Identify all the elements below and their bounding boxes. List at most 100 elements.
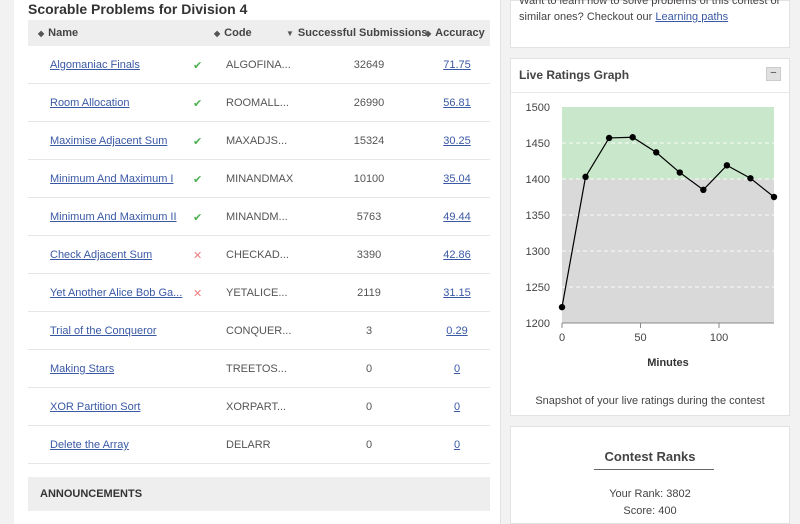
check-icon: ✔ (193, 98, 203, 110)
problem-name-link[interactable]: Minimum And Maximum I (50, 173, 173, 185)
problem-code: MAXADJS... (226, 135, 288, 147)
x-tick-label: 100 (710, 332, 728, 344)
rating-point (605, 134, 613, 142)
successful-submissions: 0 (365, 363, 373, 375)
contest-ranks-card: Contest Ranks Your Rank: 3802 Score: 400 (510, 426, 790, 524)
problem-name-link[interactable]: Room Allocation (50, 97, 130, 109)
problem-code: ROOMALL... (226, 97, 289, 109)
ranks-title: Contest Ranks (604, 449, 696, 464)
sort-icon: ◆ (214, 29, 221, 38)
problem-code: XORPART... (226, 401, 287, 413)
check-icon: ✔ (193, 174, 203, 186)
sort-desc-icon: ▼ (286, 29, 294, 38)
accuracy-link[interactable]: 71.75 (438, 59, 476, 71)
rating-point (723, 162, 731, 169)
sort-icon: ◆ (38, 29, 45, 38)
col-name-header[interactable]: ◆ Name (38, 27, 78, 39)
accuracy-link[interactable]: 42.86 (438, 249, 476, 261)
problem-name-link[interactable]: Yet Another Alice Bob Ga... (50, 287, 182, 299)
accuracy-link[interactable]: 0 (438, 439, 476, 451)
ranks-divider (594, 469, 714, 470)
problem-name-link[interactable]: Check Adjacent Sum (50, 249, 152, 261)
successful-submissions: 3 (365, 325, 373, 337)
successful-submissions: 32649 (353, 59, 385, 71)
y-tick-label: 1350 (526, 210, 550, 222)
rating-point (558, 303, 566, 311)
problem-row: Delete the Array DELARR 0 0 (28, 426, 490, 464)
problem-row: Minimum And Maximum II ✔ MINANDM... 5763 49.… (28, 198, 490, 236)
rating-point (676, 169, 683, 176)
problem-name-link[interactable]: Delete the Array (50, 439, 129, 451)
rating-point (747, 175, 754, 182)
graph-title: Live Ratings Graph (519, 68, 630, 82)
problem-row: Trial of the Conqueror CONQUER... 3 0.29 (28, 312, 490, 350)
y-tick-label: 1400 (526, 174, 550, 186)
learn-card: Want to learn how to solve problems of t… (510, 0, 790, 48)
rating-point (582, 173, 589, 181)
rating-point (653, 149, 660, 156)
snapshot-caption: Snapshot of your live ratings during the… (535, 395, 765, 407)
learning-paths-link[interactable]: Learning paths (655, 11, 728, 23)
problem-row: Making Stars TREETOS... 0 0 (28, 350, 490, 388)
problem-row: Minimum And Maximum I ✔ MINANDMAX 10100 35.0… (28, 160, 490, 198)
problem-code: TREETOS... (226, 363, 287, 375)
announcements-header[interactable]: ANNOUNCEMENTS (28, 477, 490, 511)
problem-name-link[interactable]: Trial of the Conqueror (50, 325, 157, 337)
accuracy-link[interactable]: 0 (438, 401, 476, 413)
accuracy-link[interactable]: 0.29 (438, 325, 476, 337)
cross-icon: ✕ (193, 250, 203, 262)
problem-name-link[interactable]: Minimum And Maximum II (50, 211, 177, 223)
y-tick-label: 1200 (526, 318, 550, 330)
your-score: Score: 400 (623, 505, 677, 517)
divider (511, 92, 789, 93)
y-tick-label: 1500 (526, 102, 550, 114)
col-acc-header[interactable]: ◆ Accuracy (425, 27, 485, 39)
ratings-chart: 1200 1250 1300 1350 1400 1450 1500 0 50 100 Minute… (526, 102, 778, 369)
x-tick-label: 50 (634, 332, 646, 344)
problem-name-link[interactable]: XOR Partition Sort (50, 401, 140, 413)
y-tick-label: 1450 (526, 138, 550, 150)
rating-point (700, 186, 707, 193)
col-code-header[interactable]: ◆ Code (214, 27, 252, 39)
check-icon: ✔ (193, 60, 203, 72)
problem-name-link[interactable]: Maximise Adjacent Sum (50, 135, 167, 147)
sort-icon: ◆ (425, 29, 432, 38)
problem-row: XOR Partition Sort XORPART... 0 0 (28, 388, 490, 426)
problems-panel: Scorable Problems for Division 4 ◆ Name ◆… (14, 0, 501, 524)
problem-code: YETALICE... (226, 287, 288, 299)
successful-submissions: 0 (365, 439, 373, 451)
accuracy-link[interactable]: 0 (438, 363, 476, 375)
rating-point (629, 134, 636, 141)
successful-submissions: 5763 (356, 211, 382, 223)
accuracy-link[interactable]: 49.44 (438, 211, 476, 223)
check-icon: ✔ (193, 212, 203, 224)
accuracy-link[interactable]: 56.81 (438, 97, 476, 109)
y-tick-label: 1250 (526, 282, 550, 294)
accuracy-link[interactable]: 35.04 (438, 173, 476, 185)
problem-code: DELARR (226, 439, 271, 451)
problem-name-link[interactable]: Making Stars (50, 363, 114, 375)
cross-icon: ✕ (193, 288, 203, 300)
live-ratings-card: Live Ratings Graph − 1200 1250 1300 1350 140… (510, 58, 790, 416)
your-rank: Your Rank: 3802 (609, 488, 691, 500)
successful-submissions: 26990 (353, 97, 385, 109)
rating-point (770, 193, 778, 201)
successful-submissions: 10100 (353, 173, 385, 185)
problem-code: CONQUER... (226, 325, 292, 337)
accuracy-link[interactable]: 31.15 (438, 287, 476, 299)
x-axis-label: Minutes (647, 357, 689, 369)
successful-submissions: 15324 (353, 135, 385, 147)
successful-submissions: 3390 (356, 249, 382, 261)
learn-text-2: similar ones? Checkout our Learning path… (519, 11, 729, 23)
problem-name-link[interactable]: Algomaniac Finals (50, 59, 140, 71)
section-title: Scorable Problems for Division 4 (28, 1, 248, 17)
col-subs-header[interactable]: ▼ Successful Submissions (286, 27, 428, 39)
accuracy-link[interactable]: 30.25 (438, 135, 476, 147)
check-icon: ✔ (193, 136, 203, 148)
problem-row: Room Allocation ✔ ROOMALL... 26990 56.81 (28, 84, 490, 122)
problem-row: Yet Another Alice Bob Ga... ✕ YETALICE... 2… (28, 274, 490, 312)
table-header: ◆ Name ◆ Code ▼ Successful Submissions ◆ Acc… (28, 20, 490, 46)
collapse-button[interactable]: − (766, 67, 781, 81)
problem-code: MINANDMAX (226, 173, 294, 185)
successful-submissions: 0 (365, 401, 373, 413)
